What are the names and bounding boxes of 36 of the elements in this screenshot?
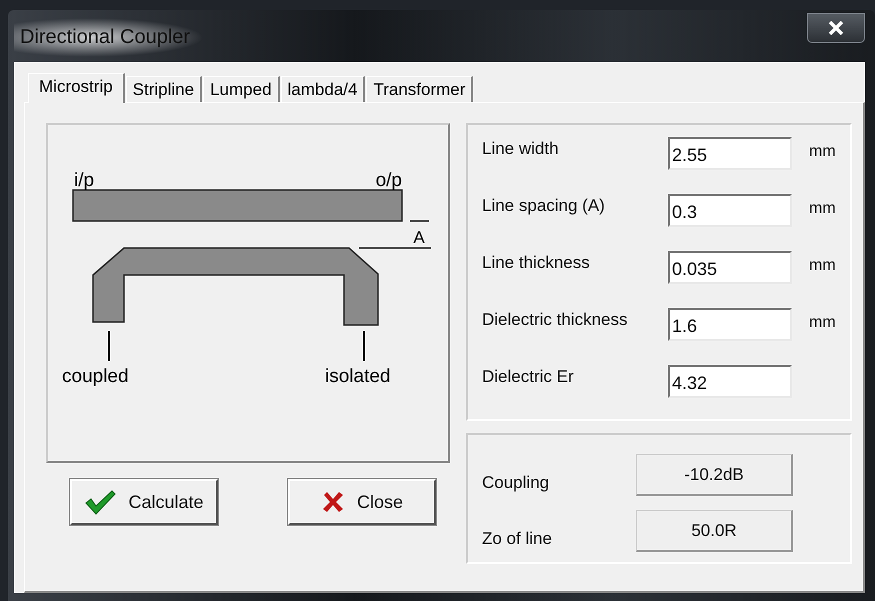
- unit-label: mm: [808, 199, 836, 219]
- field-label: Dielectric Er: [482, 366, 575, 388]
- tab[interactable]: Lumped: [203, 76, 280, 102]
- input-field[interactable]: 0.3: [668, 194, 792, 227]
- tab[interactable]: lambda/4: [280, 76, 366, 102]
- result-label: Zo of line: [482, 528, 553, 549]
- close-icon: [828, 21, 844, 35]
- field-label: Line thickness: [482, 252, 591, 274]
- unit-label: mm: [808, 313, 836, 333]
- coupled-label: coupled: [62, 366, 129, 387]
- calculate-button[interactable]: Calculate: [70, 479, 218, 525]
- close-button[interactable]: Close: [288, 479, 436, 525]
- field-label: Line width: [482, 138, 560, 160]
- input-label: i/p: [74, 170, 94, 191]
- close-button[interactable]: [807, 13, 865, 43]
- checkmark-icon: [84, 489, 116, 515]
- unit-label: mm: [808, 142, 836, 162]
- result-value: 50.0R: [636, 510, 793, 552]
- output-label: o/p: [376, 170, 402, 191]
- cross-icon: [320, 490, 345, 514]
- isolated-label: isolated: [325, 366, 390, 387]
- leader-line: [108, 331, 110, 361]
- leader-line: [363, 331, 365, 361]
- spacing-label: A: [413, 228, 425, 247]
- field-label: Line spacing (A): [482, 195, 606, 217]
- input-field[interactable]: 4.32: [668, 365, 792, 398]
- unit-label: mm: [808, 256, 836, 276]
- tab[interactable]: Stripline: [126, 76, 202, 102]
- result-value: -10.2dB: [636, 454, 793, 496]
- input-field[interactable]: 1.6: [668, 308, 792, 341]
- tab[interactable]: Transformer: [366, 76, 474, 102]
- tab[interactable]: Microstrip: [28, 73, 125, 103]
- input-field[interactable]: 2.55: [668, 137, 792, 170]
- result-label: Coupling: [482, 472, 550, 493]
- field-label: Dielectric thickness: [482, 309, 628, 331]
- input-field[interactable]: 0.035: [668, 251, 792, 284]
